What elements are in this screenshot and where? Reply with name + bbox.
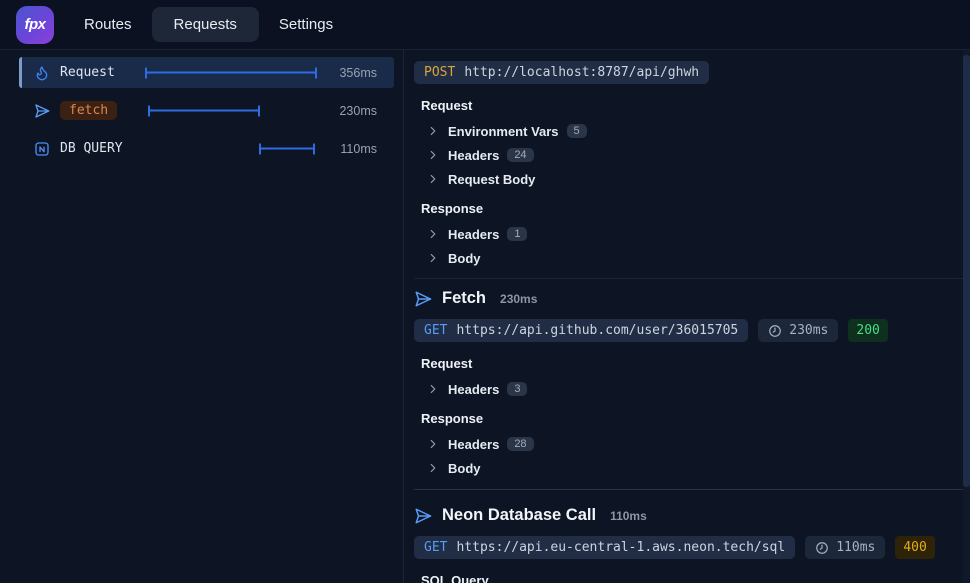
trace-duration-bar (148, 105, 260, 116)
neon-method-url-row: GET https://api.eu-central-1.aws.neon.te… (414, 536, 954, 559)
chevron-right-icon (426, 382, 440, 396)
vertical-scrollbar (963, 50, 970, 583)
http-method: POST (424, 65, 455, 80)
chevron-right-icon (426, 251, 440, 265)
request-subheading: Request (421, 356, 954, 371)
top-nav: fpx Routes Requests Settings (0, 0, 970, 50)
collapsible-label: Headers (448, 437, 499, 452)
trace-duration-text: 230ms (339, 104, 377, 118)
section-duration: 110ms (610, 509, 647, 523)
fetch-method-url-row: GET https://api.github.com/user/36015705… (414, 319, 954, 342)
chevron-right-icon (426, 172, 440, 186)
collapsible-label: Request Body (448, 172, 535, 187)
count-badge: 28 (507, 437, 533, 451)
collapsible-row-fetch-response-headers[interactable]: Headers 28 (414, 432, 954, 456)
collapsible-row-request-headers[interactable]: Headers 24 (414, 143, 954, 167)
http-method: GET (424, 323, 447, 338)
collapsible-label: Body (448, 251, 481, 266)
request-subheading: Request (421, 98, 954, 113)
collapsible-label: Headers (448, 227, 499, 242)
trace-row-fetch[interactable]: fetch 230ms (19, 95, 394, 126)
request-url: https://api.github.com/user/36015705 (456, 323, 738, 338)
http-method: GET (424, 540, 447, 555)
nav-item-requests[interactable]: Requests (152, 7, 259, 42)
section-divider (414, 489, 963, 490)
collapsible-label: Headers (448, 382, 499, 397)
nav-item-routes[interactable]: Routes (78, 7, 138, 42)
trace-label: DB QUERY (60, 141, 123, 156)
root-method-url-row: POST http://localhost:8787/api/ghwh (414, 61, 954, 84)
trace-row-db-query[interactable]: DB QUERY 110ms (19, 133, 394, 164)
neon-section-heading: Neon Database Call 110ms (414, 506, 954, 525)
collapsible-row-response-body[interactable]: Body (414, 246, 954, 270)
chevron-right-icon (426, 461, 440, 475)
clock-icon (815, 541, 829, 555)
chevron-right-icon (426, 124, 440, 138)
trace-timeline-panel: Request 356ms fetch 230ms DB QUERY 110ms (0, 50, 404, 583)
request-details-panel: POST http://localhost:8787/api/ghwh Requ… (404, 50, 970, 583)
collapsible-label: Body (448, 461, 481, 476)
flame-icon (34, 65, 50, 81)
method-url-badge: POST http://localhost:8787/api/ghwh (414, 61, 709, 84)
elapsed-time-text: 230ms (789, 323, 828, 338)
response-subheading: Response (421, 411, 954, 426)
chevron-right-icon (426, 227, 440, 241)
trace-duration-text: 356ms (339, 66, 377, 80)
trace-duration-bar (145, 67, 317, 78)
collapsible-label: Environment Vars (448, 124, 559, 139)
status-badge: 200 (848, 319, 887, 342)
count-badge: 24 (507, 148, 533, 162)
section-duration: 230ms (500, 292, 537, 306)
method-url-badge: GET https://api.github.com/user/36015705 (414, 319, 748, 342)
send-icon (414, 507, 432, 525)
fetch-section-heading: Fetch 230ms (414, 289, 954, 308)
chevron-right-icon (426, 437, 440, 451)
section-divider (414, 278, 963, 279)
send-icon (34, 103, 50, 119)
neon-icon (34, 141, 50, 157)
sql-query-subheading: SQL Query (421, 573, 954, 583)
request-url: https://api.eu-central-1.aws.neon.tech/s… (456, 540, 785, 555)
status-badge: 400 (895, 536, 934, 559)
count-badge: 3 (507, 382, 527, 396)
trace-label: fetch (60, 101, 117, 120)
elapsed-time-text: 110ms (836, 540, 875, 555)
request-url: http://localhost:8787/api/ghwh (464, 65, 699, 80)
fpx-logo[interactable]: fpx (16, 6, 54, 44)
trace-label: Request (60, 65, 115, 80)
collapsible-row-response-headers[interactable]: Headers 1 (414, 222, 954, 246)
count-badge: 5 (567, 124, 587, 138)
nav-item-settings[interactable]: Settings (273, 7, 339, 42)
trace-row-request[interactable]: Request 356ms (19, 57, 394, 88)
scrollbar-thumb[interactable] (963, 55, 970, 487)
collapsible-row-fetch-response-body[interactable]: Body (414, 456, 954, 480)
chevron-right-icon (426, 148, 440, 162)
collapsible-label: Headers (448, 148, 499, 163)
main-split: Request 356ms fetch 230ms DB QUERY 110ms (0, 50, 970, 583)
section-title: Neon Database Call (442, 506, 596, 525)
collapsible-row-fetch-request-headers[interactable]: Headers 3 (414, 377, 954, 401)
clock-icon (768, 324, 782, 338)
collapsible-row-request-body[interactable]: Request Body (414, 167, 954, 191)
send-icon (414, 290, 432, 308)
response-subheading: Response (421, 201, 954, 216)
trace-duration-text: 110ms (340, 142, 377, 156)
collapsible-row-environment-vars[interactable]: Environment Vars 5 (414, 119, 954, 143)
section-title: Fetch (442, 289, 486, 308)
trace-duration-bar (259, 143, 315, 154)
count-badge: 1 (507, 227, 527, 241)
nav-items: Routes Requests Settings (78, 7, 339, 42)
elapsed-time-badge: 110ms (805, 536, 885, 559)
method-url-badge: GET https://api.eu-central-1.aws.neon.te… (414, 536, 795, 559)
elapsed-time-badge: 230ms (758, 319, 838, 342)
